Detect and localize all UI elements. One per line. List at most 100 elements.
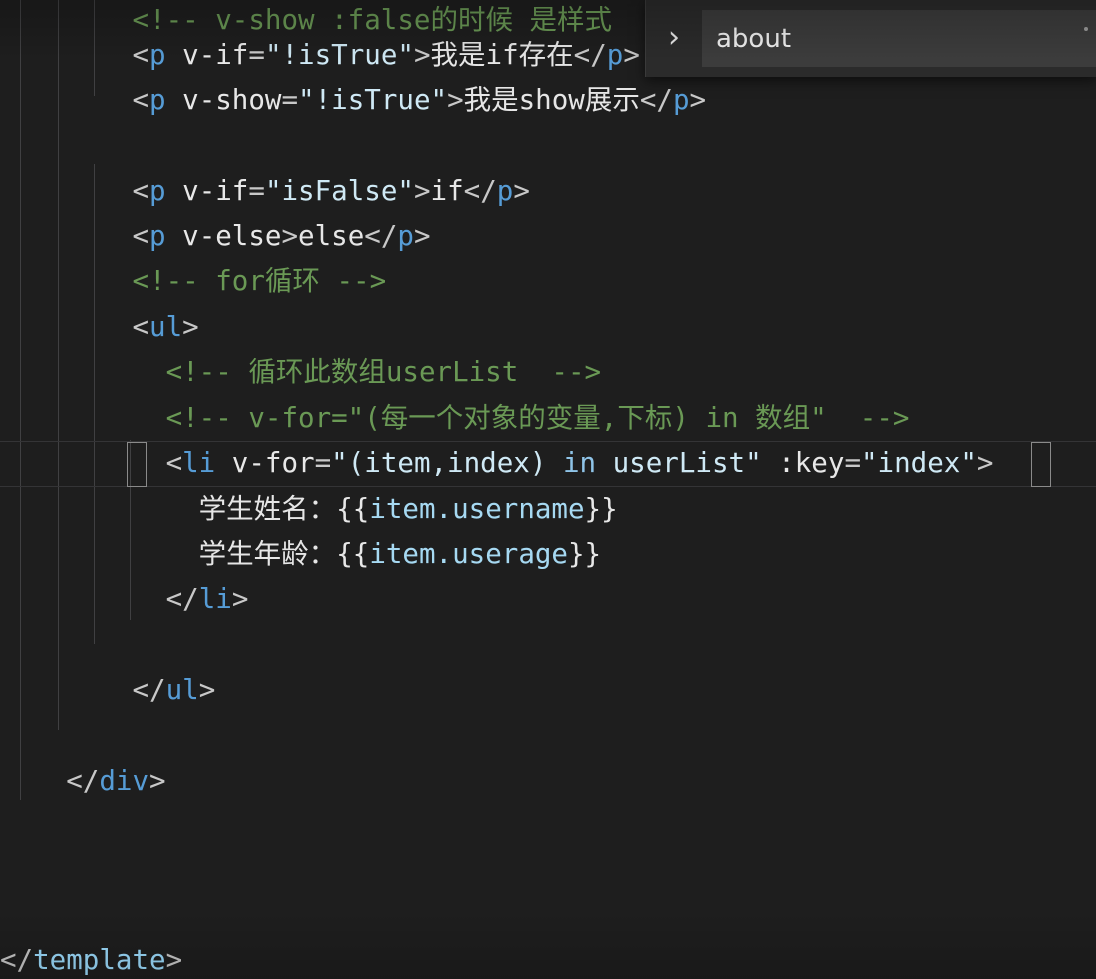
- code-token: p: [672, 84, 690, 116]
- code-token: "!isTrue": [264, 39, 414, 71]
- code-line[interactable]: </ul>: [0, 668, 1096, 714]
- code-token: p: [149, 84, 166, 116]
- code-line[interactable]: [0, 895, 1096, 941]
- code-token: </: [463, 175, 497, 207]
- code-token: </: [573, 39, 607, 71]
- code-token: div: [99, 765, 150, 797]
- code-token: if: [430, 175, 464, 207]
- code-token: <!-- 循环此数组userList -->: [0, 356, 602, 388]
- code-token: </: [0, 765, 100, 797]
- code-token: </: [639, 84, 673, 116]
- code-token: <: [0, 175, 150, 207]
- code-token: p: [606, 39, 624, 71]
- code-token: p: [496, 175, 514, 207]
- code-token: {{: [336, 538, 370, 570]
- code-token: >: [182, 311, 199, 343]
- code-token: }}: [584, 493, 618, 525]
- code-token: =: [248, 175, 265, 207]
- code-token: <: [0, 39, 150, 71]
- code-token: =: [281, 84, 299, 116]
- code-token: item.username: [369, 493, 585, 525]
- code-line[interactable]: <p v-if="isFalse">if</p>: [0, 169, 1096, 215]
- code-token: >: [447, 84, 464, 116]
- code-token: 我是if存在: [430, 39, 574, 71]
- code-line[interactable]: 学生姓名：{{item.username}}: [0, 487, 1096, 533]
- code-token: <: [0, 84, 150, 116]
- code-token: >: [976, 447, 994, 479]
- code-token: <: [0, 447, 183, 479]
- code-token: <!-- v-for="(每一个对象的变量,下标) in 数组" -->: [0, 402, 910, 434]
- code-token: v-for: [215, 447, 315, 479]
- code-token: :key: [761, 447, 845, 479]
- code-line[interactable]: </div>: [0, 759, 1096, 805]
- code-line[interactable]: [0, 124, 1096, 170]
- code-token: template: [33, 944, 166, 976]
- code-token: >: [413, 39, 431, 71]
- code-token: 学生姓名：: [0, 493, 337, 525]
- code-token: </: [364, 220, 398, 252]
- code-token: >: [413, 175, 431, 207]
- code-token: item.userage: [369, 538, 568, 570]
- code-token: li: [198, 583, 232, 615]
- code-token: "!isTrue": [298, 84, 448, 116]
- code-token: "(item,index): [331, 447, 547, 479]
- code-line[interactable]: [0, 804, 1096, 850]
- code-token: "isFalse": [264, 175, 414, 207]
- code-token: {{: [336, 493, 370, 525]
- code-token: v-if: [165, 175, 249, 207]
- code-line[interactable]: [0, 713, 1096, 759]
- code-token: </: [0, 944, 34, 976]
- code-line[interactable]: <ul>: [0, 305, 1096, 351]
- code-token: else: [298, 220, 365, 252]
- code-token: p: [149, 175, 166, 207]
- code-line[interactable]: <p v-else>else</p>: [0, 214, 1096, 260]
- code-token: ul: [149, 311, 183, 343]
- code-line[interactable]: <li v-for="(item,index) in userList" :ke…: [0, 441, 1096, 487]
- code-token: v-if: [165, 39, 249, 71]
- code-token: =: [844, 447, 861, 479]
- code-line[interactable]: <p v-show="!isTrue">我是show展示</p>: [0, 78, 1096, 124]
- code-token: <: [0, 220, 150, 252]
- code-editor[interactable]: <!-- v-show :false的时候 是样式 <p v-if="!isTr…: [0, 0, 1096, 979]
- code-token: in: [546, 447, 613, 479]
- code-token: 我是show展示: [463, 84, 640, 116]
- code-token: >: [281, 220, 299, 252]
- code-token: >: [149, 765, 166, 797]
- code-token: </: [0, 583, 199, 615]
- code-token: v-show: [165, 84, 282, 116]
- code-token: >: [513, 175, 530, 207]
- code-token: p: [149, 220, 166, 252]
- code-line[interactable]: </template>: [0, 938, 1096, 979]
- code-token: p: [397, 220, 414, 252]
- code-line[interactable]: 学生年龄：{{item.userage}}: [0, 532, 1096, 578]
- quick-open-widget[interactable]: › about: [645, 0, 1096, 77]
- code-token: }}: [568, 538, 602, 570]
- code-line[interactable]: [0, 623, 1096, 669]
- code-line[interactable]: <!-- for循环 -->: [0, 259, 1096, 305]
- code-line[interactable]: <!-- 循环此数组userList -->: [0, 350, 1096, 396]
- chevron-right-icon: ›: [668, 19, 680, 55]
- code-token: >: [198, 674, 216, 706]
- code-token: =: [248, 39, 265, 71]
- quick-open-input[interactable]: about: [702, 10, 1096, 67]
- code-token: >: [231, 583, 249, 615]
- code-token: =: [314, 447, 332, 479]
- code-token: >: [413, 220, 431, 252]
- code-line[interactable]: <!-- v-for="(每一个对象的变量,下标) in 数组" -->: [0, 396, 1096, 442]
- code-token: >: [623, 39, 640, 71]
- code-token: >: [165, 944, 183, 976]
- code-token: li: [182, 447, 216, 479]
- code-token: v-else: [165, 220, 282, 252]
- code-token: 学生年龄：: [0, 538, 337, 570]
- quick-open-indicator-dot: [1084, 27, 1088, 31]
- code-token: userList": [612, 447, 762, 479]
- code-token: <!-- for循环 -->: [0, 265, 387, 297]
- code-token: >: [689, 84, 707, 116]
- code-line[interactable]: [0, 849, 1096, 895]
- code-token: ul: [165, 674, 199, 706]
- code-line[interactable]: </li>: [0, 577, 1096, 623]
- code-token: p: [149, 39, 166, 71]
- code-token: <: [0, 311, 150, 343]
- code-token: "index": [861, 447, 977, 479]
- code-token: </: [0, 674, 166, 706]
